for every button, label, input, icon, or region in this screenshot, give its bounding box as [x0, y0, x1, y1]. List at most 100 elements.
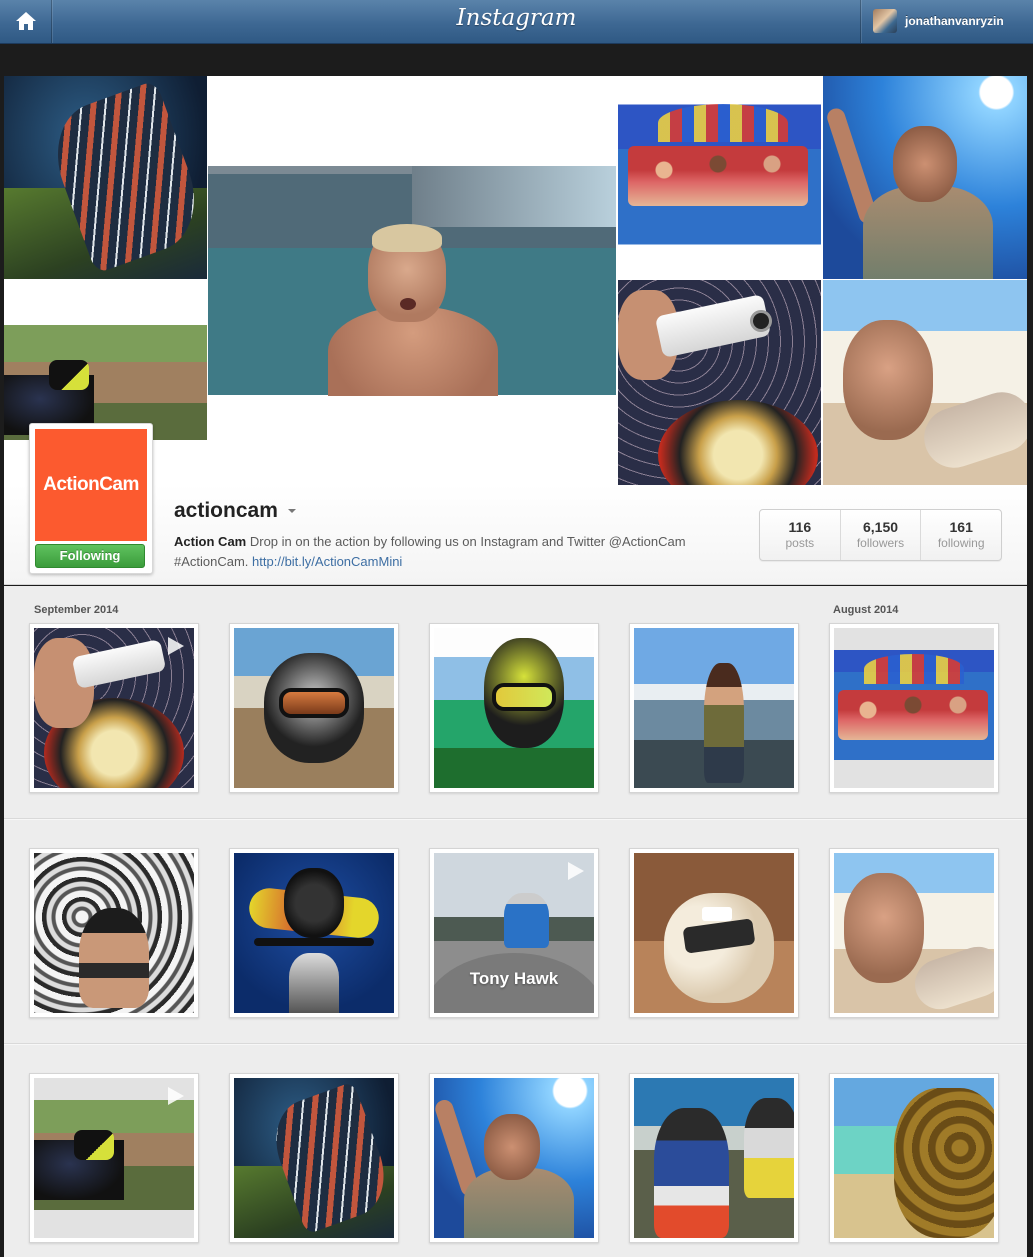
user-avatar — [873, 9, 897, 33]
photo-card[interactable] — [629, 623, 799, 793]
photo-card[interactable] — [429, 623, 599, 793]
bio-link[interactable]: http://bit.ly/ActionCamMini — [252, 554, 402, 569]
collage-photo-sky-selfie[interactable] — [823, 76, 1027, 279]
collage-photo-swimmer[interactable] — [208, 76, 616, 485]
photo-thumbnail — [34, 1078, 194, 1238]
profile-username[interactable]: actioncam — [174, 499, 278, 523]
stat-posts[interactable]: 116 posts — [760, 510, 841, 560]
person-shape — [704, 663, 744, 783]
profile-header: ActionCam Following actioncam Action Cam… — [4, 423, 1027, 585]
collage-photo-camera[interactable] — [618, 280, 821, 485]
stat-label: following — [937, 536, 985, 550]
person-shape — [79, 908, 149, 1008]
photo-thumbnail: Tony Hawk — [434, 853, 594, 1013]
photo-card[interactable] — [829, 623, 999, 793]
photo-card[interactable] — [429, 1073, 599, 1243]
stat-value: 116 — [788, 519, 812, 535]
glove-shape — [74, 1130, 114, 1160]
sky-shape — [412, 165, 616, 228]
photo-thumbnail — [234, 628, 394, 788]
stat-label: posts — [785, 536, 815, 550]
photo-thumbnail — [34, 853, 194, 1013]
camera-device-shape — [702, 907, 732, 921]
photo-card[interactable] — [629, 848, 799, 1018]
stat-value: 6,150 — [862, 519, 899, 535]
row-divider — [4, 818, 1027, 820]
home-button[interactable] — [0, 0, 52, 43]
mouth-shape — [400, 298, 416, 310]
photo-feed: September 2014 August 2014 Tony Hawk — [4, 586, 1027, 1257]
play-icon — [168, 1087, 184, 1105]
photo-thumbnail — [34, 628, 194, 788]
rider-shape — [744, 1098, 794, 1198]
person-shape — [844, 873, 924, 983]
head-shape — [893, 126, 957, 202]
photo-card[interactable] — [229, 848, 399, 1018]
photo-thumbnail — [234, 1078, 394, 1238]
photo-card[interactable] — [29, 623, 199, 793]
goggle-shape — [492, 683, 556, 711]
month-label: September 2014 — [34, 604, 119, 616]
goggle-shape — [279, 688, 349, 718]
following-button[interactable]: Following — [35, 544, 145, 568]
glove-shape — [49, 360, 89, 390]
row-divider — [4, 1043, 1027, 1045]
stat-followers[interactable]: 6,150 followers — [841, 510, 922, 560]
photo-card[interactable] — [829, 1073, 999, 1243]
helmet-shape — [284, 868, 344, 938]
photo-thumbnail — [234, 853, 394, 1013]
photo-card[interactable] — [229, 1073, 399, 1243]
letterboxed-photo — [834, 650, 994, 760]
photo-thumbnail — [834, 853, 994, 1013]
month-label: August 2014 — [833, 604, 899, 616]
photo-thumbnail — [634, 853, 794, 1013]
collage-photo-parasail[interactable] — [618, 76, 821, 279]
user-name: jonathanvanryzin — [905, 14, 1004, 28]
wheel-shape — [289, 953, 339, 1013]
photo-thumbnail — [834, 1078, 994, 1238]
play-icon — [168, 637, 184, 655]
photo-thumbnail — [634, 1078, 794, 1238]
photo-thumbnail — [434, 628, 594, 788]
photo-thumbnail — [434, 1078, 594, 1238]
collage-photo-motorbike[interactable] — [4, 76, 207, 279]
photo-card[interactable] — [829, 848, 999, 1018]
stat-following[interactable]: 161 following — [921, 510, 1001, 560]
photo-card[interactable] — [629, 1073, 799, 1243]
leg-shape — [916, 384, 1027, 476]
photo-card[interactable]: Tony Hawk — [429, 848, 599, 1018]
person-shape — [843, 320, 933, 440]
chevron-down-icon[interactable] — [288, 509, 296, 513]
photo-overlay-text: Tony Hawk — [469, 969, 559, 988]
people-shape — [838, 690, 988, 740]
stat-label: followers — [856, 536, 905, 550]
skater-shape — [504, 893, 549, 948]
disc-shape — [658, 400, 818, 485]
letterboxed-photo — [34, 1100, 194, 1210]
bio-text: Drop in on the action by following us on… — [174, 534, 686, 569]
stat-value: 161 — [949, 519, 973, 535]
play-icon — [568, 862, 584, 880]
canopy-shape — [658, 104, 788, 142]
photo-thumbnail — [834, 628, 994, 788]
photo-thumbnail — [634, 628, 794, 788]
people-shape — [628, 146, 808, 206]
head-shape — [484, 1114, 540, 1180]
home-icon — [16, 12, 36, 30]
hair-shape — [372, 224, 442, 252]
bio-name: Action Cam — [174, 534, 247, 549]
canopy-shape — [864, 654, 964, 684]
profile-stats: 116 posts 6,150 followers 161 following — [759, 509, 1002, 561]
profile-logo[interactable]: ActionCam — [35, 429, 147, 541]
handlebar-shape — [254, 938, 374, 946]
collage-photo-waterslide[interactable] — [823, 280, 1027, 485]
kelp-shape — [894, 1088, 994, 1238]
user-menu[interactable]: jonathanvanryzin — [860, 0, 1033, 43]
rider-shape — [654, 1108, 729, 1238]
photo-card[interactable] — [229, 623, 399, 793]
photo-card[interactable] — [29, 848, 199, 1018]
photo-card[interactable] — [29, 1073, 199, 1243]
top-navigation-bar: Instagram jonathanvanryzin — [0, 0, 1033, 44]
profile-avatar-card: ActionCam Following — [29, 423, 153, 574]
header-photo-collage — [4, 76, 1027, 485]
